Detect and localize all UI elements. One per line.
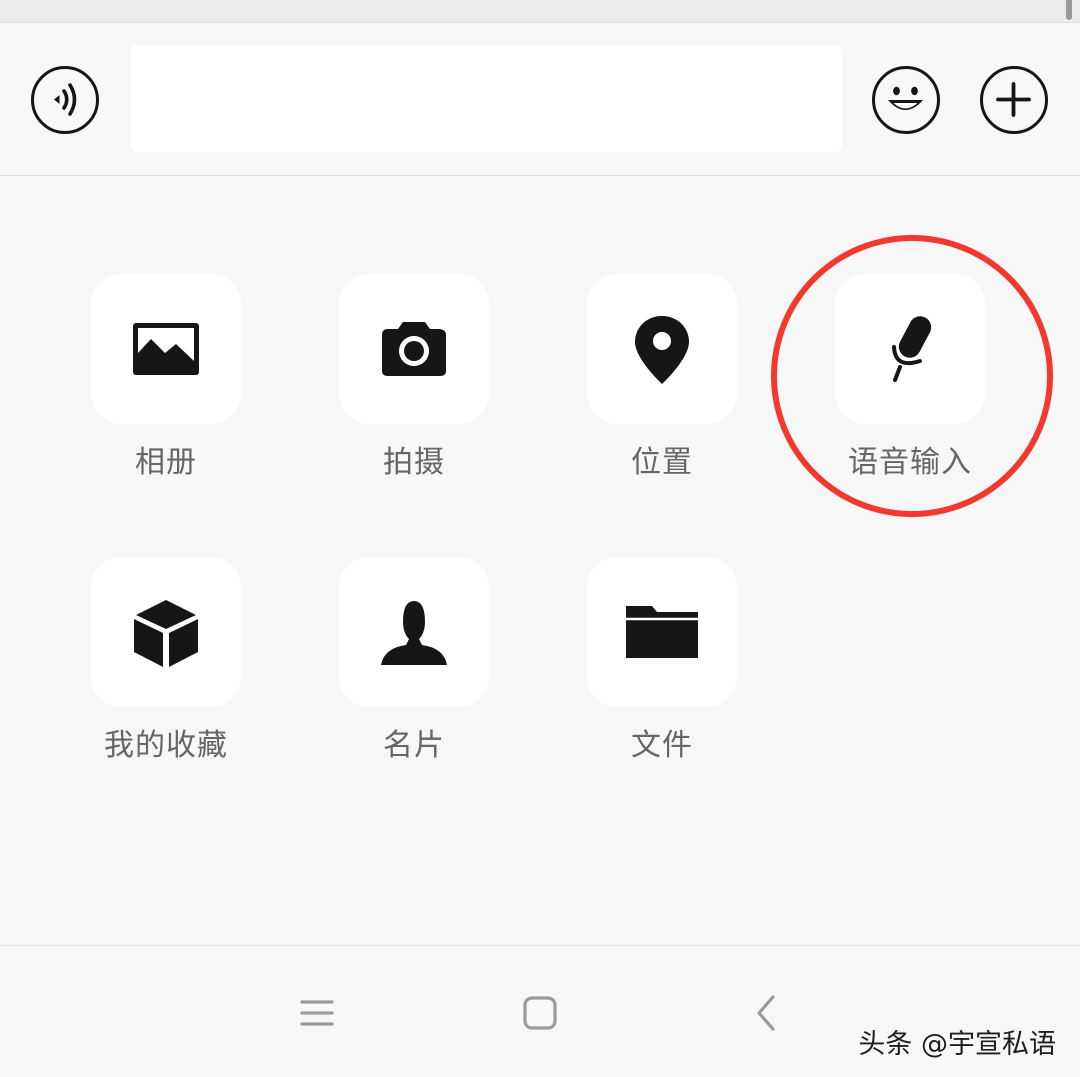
business-card-label: 名片 — [383, 728, 445, 763]
location-tile[interactable]: 位置 — [538, 274, 786, 504]
camera-label: 拍摄 — [383, 445, 445, 480]
file-tile[interactable]: 文件 — [538, 557, 786, 787]
location-card[interactable] — [587, 274, 737, 424]
scrollbar[interactable] — [1066, 0, 1072, 20]
favorites-tile[interactable]: 我的收藏 — [42, 557, 290, 787]
business-card-tile[interactable]: 名片 — [290, 557, 538, 787]
top-strip — [0, 0, 1080, 23]
chat-input-bar — [0, 23, 1080, 176]
album-card[interactable] — [91, 274, 241, 424]
smiley-face-icon — [888, 86, 923, 110]
camera-icon — [382, 322, 446, 376]
folder-icon — [626, 606, 698, 658]
cube-favorites-icon — [134, 600, 198, 667]
location-pin-icon — [635, 316, 689, 384]
file-card[interactable] — [587, 557, 737, 707]
voice-input-tile[interactable]: 语音输入 — [786, 274, 1034, 504]
camera-card[interactable] — [339, 274, 489, 424]
back-button[interactable] — [742, 988, 792, 1038]
file-label: 文件 — [631, 728, 693, 763]
emoji-button[interactable] — [872, 66, 940, 134]
voice-wave-icon — [54, 83, 77, 116]
menu-lines-icon — [300, 1000, 334, 1026]
menu-button[interactable] — [292, 988, 342, 1038]
function-panel: 相册 拍摄 位置 语音输入 我的收藏 名片 文件 — [0, 176, 1080, 945]
voice-input-label: 语音输入 — [848, 445, 972, 480]
plus-icon — [996, 82, 1031, 117]
square-home-icon — [523, 996, 557, 1030]
location-label: 位置 — [631, 445, 693, 480]
voice-input-card[interactable] — [835, 274, 985, 424]
message-input[interactable] — [130, 45, 842, 152]
album-label: 相册 — [135, 445, 197, 480]
microphone-icon — [892, 316, 932, 382]
more-functions-button[interactable] — [980, 66, 1048, 134]
photo-album-icon — [133, 323, 199, 375]
favorites-card[interactable] — [91, 557, 241, 707]
favorites-label: 我的收藏 — [104, 728, 228, 763]
watermark-text: 头条 @宇宣私语 — [858, 1029, 1056, 1060]
business-card-card[interactable] — [339, 557, 489, 707]
voice-toggle-button[interactable] — [31, 66, 99, 134]
album-tile[interactable]: 相册 — [42, 274, 290, 504]
camera-tile[interactable]: 拍摄 — [290, 274, 538, 504]
contact-card-person-icon — [381, 601, 447, 665]
home-button[interactable] — [515, 988, 565, 1038]
chevron-left-icon — [757, 995, 775, 1031]
system-navigation-bar: 头条 @宇宣私语 — [0, 945, 1080, 1077]
